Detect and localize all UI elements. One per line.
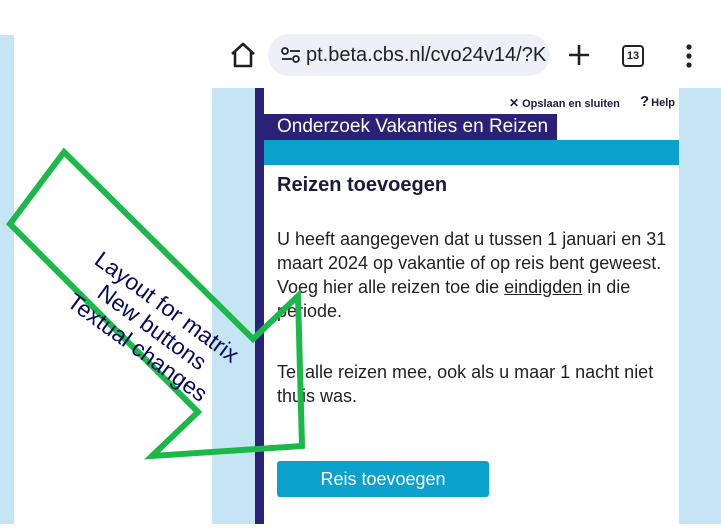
- more-menu-icon[interactable]: [686, 44, 692, 68]
- site-settings-icon[interactable]: [280, 46, 302, 64]
- help-link[interactable]: ? Help: [640, 93, 675, 110]
- header-band: [264, 140, 679, 165]
- help-question-icon: ?: [640, 93, 650, 110]
- survey-top-links: ✕ Opslaan en sluiten ? Help: [264, 93, 679, 114]
- save-and-close-link[interactable]: ✕ Opslaan en sluiten: [509, 96, 620, 110]
- add-trip-button[interactable]: Reis toevoegen: [277, 461, 489, 497]
- instruction-paragraph: Tel alle reizen mee, ook als u maar 1 na…: [277, 362, 654, 406]
- navy-side-bar: [255, 88, 264, 524]
- left-edge-background: [0, 0, 14, 35]
- save-and-close-label: Opslaan en sluiten: [522, 98, 620, 110]
- home-icon[interactable]: [228, 40, 258, 70]
- page-heading: Reizen toevoegen: [277, 174, 448, 196]
- survey-title: Onderzoek Vakanties en Reizen: [264, 114, 557, 140]
- help-label: Help: [651, 97, 676, 109]
- tab-switcher-icon[interactable]: 13: [622, 45, 644, 67]
- browser-toolbar: pt.beta.cbs.nl/cvo24v14/?K 13: [212, 0, 721, 88]
- close-icon: ✕: [509, 96, 520, 110]
- intro-paragraph: U heeft aangegeven dat u tussen 1 januar…: [277, 227, 667, 323]
- new-tab-plus-icon[interactable]: [568, 44, 590, 66]
- url-text[interactable]: pt.beta.cbs.nl/cvo24v14/?K: [306, 44, 546, 67]
- intro-text-underlined: eindigden: [504, 277, 583, 297]
- left-edge-panel: [0, 35, 14, 524]
- address-bar[interactable]: pt.beta.cbs.nl/cvo24v14/?K: [268, 34, 550, 76]
